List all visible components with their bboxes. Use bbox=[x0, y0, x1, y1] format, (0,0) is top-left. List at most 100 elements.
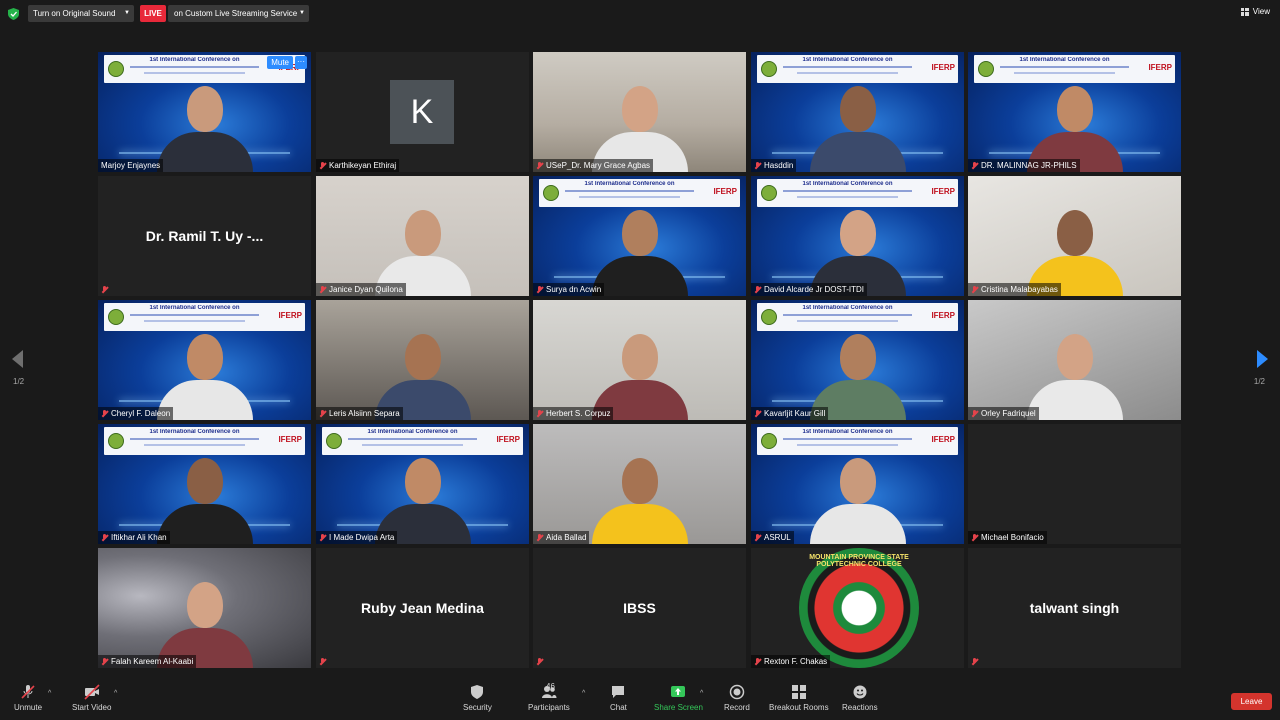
participant-tile[interactable]: 1st International Conference on IFERP Davi… bbox=[751, 176, 964, 296]
participant-tile[interactable]: 1st International Conference onIFERPMarj… bbox=[98, 52, 311, 172]
original-sound-button[interactable]: Turn on Original Sound ▼ bbox=[28, 5, 134, 22]
security-button[interactable]: Security bbox=[463, 684, 492, 712]
participant-nameplate bbox=[316, 655, 332, 668]
record-button[interactable]: Record bbox=[724, 684, 750, 712]
participant-tile[interactable]: Orley Fadriquel bbox=[968, 300, 1181, 420]
participant-nameplate: Orley Fadriquel bbox=[968, 407, 1039, 420]
leave-button[interactable]: Leave bbox=[1231, 693, 1272, 710]
participant-tile[interactable]: Janice Dyan Quilona bbox=[316, 176, 529, 296]
participant-tile[interactable]: Falah Kareem Al-Kaabi bbox=[98, 548, 311, 668]
unmute-button[interactable]: Unmute bbox=[14, 684, 42, 712]
mic-muted-icon bbox=[101, 285, 108, 294]
share-options-chevron-icon[interactable]: ^ bbox=[700, 690, 703, 697]
participant-tile[interactable]: Aida Ballad bbox=[533, 424, 746, 544]
shield-check-icon[interactable] bbox=[8, 8, 19, 20]
next-page-arrow-icon[interactable] bbox=[1257, 350, 1268, 368]
mic-muted-icon bbox=[754, 657, 761, 666]
security-label: Security bbox=[463, 703, 492, 712]
participant-nameplate: Falah Kareem Al-Kaabi bbox=[98, 655, 197, 668]
mic-muted-icon bbox=[101, 409, 108, 418]
banner-title: 1st International Conference on bbox=[149, 429, 240, 435]
mic-muted-icon bbox=[536, 409, 543, 418]
participants-chevron-icon[interactable]: ^ bbox=[582, 690, 585, 697]
participant-tile[interactable]: 1st International Conference on IFERP Ifti… bbox=[98, 424, 311, 544]
participant-nameplate: David Alcarde Jr DOST-ITDI bbox=[751, 283, 868, 296]
conference-banner: 1st International Conference on IFERP bbox=[322, 427, 523, 455]
avatar: K bbox=[390, 80, 454, 144]
participant-tile[interactable]: 1st International Conference on IFERP Kava… bbox=[751, 300, 964, 420]
breakout-rooms-button[interactable]: Breakout Rooms bbox=[769, 684, 829, 712]
participant-name: Herbert S. Corpuz bbox=[546, 409, 611, 418]
view-label: View bbox=[1252, 7, 1270, 16]
share-screen-button[interactable]: Share Screen bbox=[654, 684, 703, 712]
participant-tile[interactable]: Leris Alsiinn Separa bbox=[316, 300, 529, 420]
participant-tile[interactable]: 1st International Conference on IFERP ASRU… bbox=[751, 424, 964, 544]
participant-nameplate: Hasddin bbox=[751, 159, 797, 172]
conference-banner: 1st International Conference on IFERP bbox=[757, 179, 958, 207]
participant-tile[interactable]: Cristina Malabayabas bbox=[968, 176, 1181, 296]
participant-nameplate bbox=[533, 655, 549, 668]
participant-nameplate: Surya dn Acwin bbox=[533, 283, 605, 296]
start-video-button[interactable]: Start Video bbox=[72, 684, 111, 712]
chat-button[interactable]: Chat bbox=[610, 684, 627, 712]
iferp-logo: IFERP bbox=[496, 435, 520, 444]
participant-tile[interactable]: talwant singh bbox=[968, 548, 1181, 668]
participant-nameplate: Cheryl F. Daleon bbox=[98, 407, 174, 420]
iferp-logo: IFERP bbox=[1148, 63, 1172, 72]
participant-nameplate: Kavarljit Kaur Gill bbox=[751, 407, 829, 420]
security-shield-icon bbox=[471, 685, 484, 699]
participant-video bbox=[591, 452, 688, 544]
participant-nameplate: DR. MALINNAG JR-PHILS bbox=[968, 159, 1080, 172]
participant-tile[interactable]: Michael Bonifacio bbox=[968, 424, 1181, 544]
live-streaming-dropdown[interactable]: on Custom Live Streaming Service ▼ bbox=[168, 5, 309, 22]
university-logo-icon bbox=[108, 309, 124, 325]
participant-tile[interactable]: MOUNTAIN PROVINCE STATE POLYTECHNIC COLL… bbox=[751, 548, 964, 668]
banner-title: 1st International Conference on bbox=[1019, 57, 1110, 63]
conference-banner: 1st International Conference on IFERP bbox=[757, 55, 958, 83]
university-logo-icon bbox=[978, 61, 994, 77]
mic-muted-icon bbox=[101, 533, 108, 542]
participant-tile[interactable]: Dr. Ramil T. Uy -... bbox=[98, 176, 311, 296]
participant-name: Falah Kareem Al-Kaabi bbox=[111, 657, 194, 666]
more-options-icon[interactable]: ··· bbox=[295, 56, 307, 69]
conference-banner: 1st International Conference on IFERP bbox=[104, 427, 305, 455]
previous-page-arrow-icon[interactable] bbox=[12, 350, 23, 368]
participant-tile[interactable]: Herbert S. Corpuz bbox=[533, 300, 746, 420]
banner-title: 1st International Conference on bbox=[802, 181, 893, 187]
share-screen-icon bbox=[671, 686, 686, 697]
record-icon bbox=[729, 684, 745, 700]
participant-tile[interactable]: 1st International Conference on IFERP I Ma… bbox=[316, 424, 529, 544]
participant-name: DR. MALINNAG JR-PHILS bbox=[981, 161, 1077, 170]
mute-participant-button[interactable]: Mute bbox=[267, 56, 293, 69]
participants-button[interactable]: 46 Participants bbox=[528, 682, 570, 712]
video-options-chevron-icon[interactable]: ^ bbox=[114, 690, 117, 697]
mic-muted-icon bbox=[319, 657, 326, 666]
participant-tile[interactable]: 1st International Conference on IFERP Cher… bbox=[98, 300, 311, 420]
mic-muted-icon bbox=[754, 533, 761, 542]
unmute-label: Unmute bbox=[14, 703, 43, 712]
reactions-button[interactable]: Reactions bbox=[842, 684, 878, 712]
participant-tile[interactable]: K Karthikeyan Ethiraj bbox=[316, 52, 529, 172]
participant-nameplate: I Made Dwipa Arta bbox=[316, 531, 398, 544]
participant-tile[interactable]: USeP_Dr. Mary Grace Agbas bbox=[533, 52, 746, 172]
participant-name: Rexton F. Chakas bbox=[764, 657, 828, 666]
chat-bubble-icon bbox=[612, 686, 625, 698]
chevron-down-icon: ▼ bbox=[124, 10, 130, 16]
mic-muted-icon bbox=[536, 285, 543, 294]
audio-options-chevron-icon[interactable]: ^ bbox=[48, 690, 51, 697]
iferp-logo: IFERP bbox=[931, 311, 955, 320]
participant-tile[interactable]: 1st International Conference on IFERP DR. … bbox=[968, 52, 1181, 172]
participant-tile[interactable]: IBSS bbox=[533, 548, 746, 668]
mic-muted-icon bbox=[971, 161, 978, 170]
iferp-logo: IFERP bbox=[278, 435, 302, 444]
view-button[interactable]: View bbox=[1240, 7, 1270, 16]
participant-tile[interactable]: Ruby Jean Medina bbox=[316, 548, 529, 668]
participant-center-name: talwant singh bbox=[1029, 600, 1120, 616]
live-badge[interactable]: LIVE bbox=[140, 5, 166, 22]
participant-tile[interactable]: 1st International Conference on IFERP Sury… bbox=[533, 176, 746, 296]
conference-banner: 1st International Conference on IFERP bbox=[104, 303, 305, 331]
participant-name: Surya dn Acwin bbox=[546, 285, 602, 294]
university-logo-icon bbox=[326, 433, 342, 449]
banner-title: 1st International Conference on bbox=[802, 57, 893, 63]
participant-tile[interactable]: 1st International Conference on IFERP Hasd… bbox=[751, 52, 964, 172]
